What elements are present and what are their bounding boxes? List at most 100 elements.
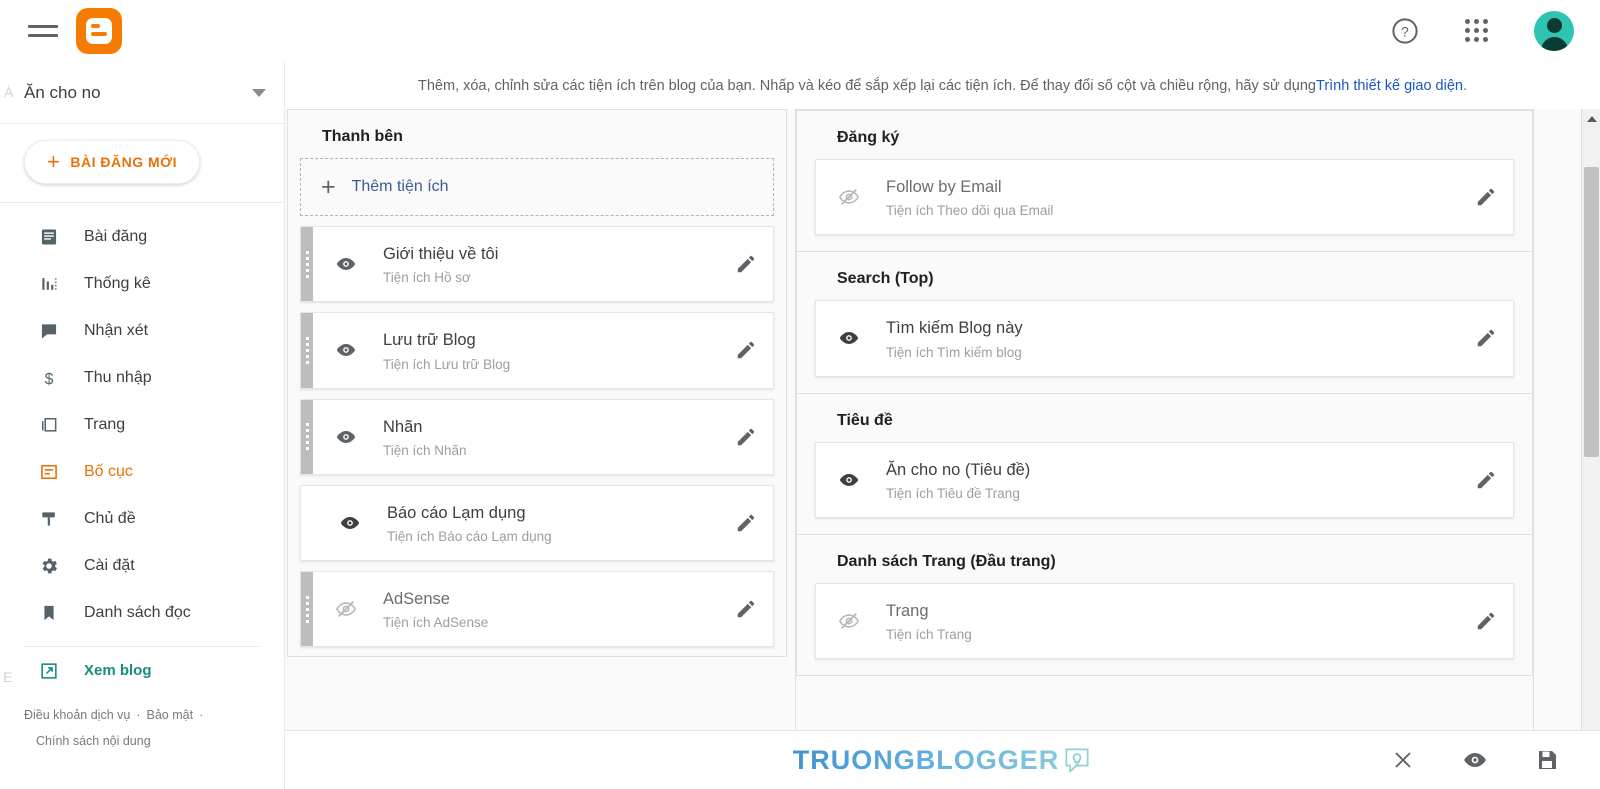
pencil-edit-icon[interactable] xyxy=(1473,610,1499,632)
pencil-edit-icon[interactable] xyxy=(733,253,759,275)
sidebar-item-settings[interactable]: Cài đặt xyxy=(0,542,284,589)
privacy-link[interactable]: Bảo mật xyxy=(147,708,194,722)
blog-selector[interactable]: Ăn cho no xyxy=(0,62,284,124)
save-floppy-disk-icon[interactable] xyxy=(1534,747,1560,773)
widget-name: Follow by Email xyxy=(886,178,1002,196)
vertical-scrollbar[interactable] xyxy=(1581,109,1600,789)
eye-visible-icon[interactable] xyxy=(838,327,864,349)
help-circle-icon[interactable]: ? xyxy=(1390,16,1420,46)
eye-visible-icon[interactable] xyxy=(335,253,361,275)
ghost-glyph-left-2: E xyxy=(3,669,13,685)
theme-designer-link[interactable]: Trình thiết kế giao diện xyxy=(1316,78,1463,94)
external-link-icon xyxy=(38,660,60,682)
hint-period: . xyxy=(1462,77,1467,94)
main-content: Thêm, xóa, chỉnh sửa các tiện ích trên b… xyxy=(285,62,1600,789)
bottom-actions xyxy=(1390,747,1560,773)
scroll-up-arrow-icon[interactable] xyxy=(1582,109,1600,128)
widget-row[interactable]: Báo cáo Lạm dụng Tiện ích Báo cáo Lạm dụ… xyxy=(300,484,774,562)
pencil-edit-icon[interactable] xyxy=(733,512,759,534)
theme-icon xyxy=(38,508,60,530)
terms-link[interactable]: Điều khoản dịch vụ xyxy=(24,708,130,722)
add-widget-button[interactable]: + Thêm tiện ích xyxy=(300,158,774,216)
drag-handle[interactable] xyxy=(301,399,313,474)
sidebar-item-label: Cài đặt xyxy=(84,556,135,574)
layout-section: Đăng ký Follow by Email Tiện ích Theo dõ… xyxy=(796,110,1533,253)
widget-row[interactable]: Nhãn Tiện ích Nhãn xyxy=(300,398,774,475)
eye-visible-icon[interactable] xyxy=(838,469,864,491)
layout-section: Tiêu đề Ăn cho no (Tiêu đề) Tiện ích Tiê… xyxy=(796,392,1533,535)
section-title: Tiêu đề xyxy=(837,411,893,429)
main-column-panel: Đăng ký Follow by Email Tiện ích Theo dõ… xyxy=(795,109,1534,742)
widget-subtitle: Tiện ích AdSense xyxy=(383,615,489,631)
blogger-logo-icon[interactable] xyxy=(76,8,122,54)
hamburger-menu-icon[interactable] xyxy=(28,16,58,46)
pencil-edit-icon[interactable] xyxy=(1473,186,1499,208)
new-post-area: + BÀI ĐĂNG MỚI xyxy=(0,124,284,203)
widget-row[interactable]: Lưu trữ Blog Tiện ích Lưu trữ Blog xyxy=(300,312,774,389)
close-x-icon[interactable] xyxy=(1390,747,1416,773)
layout-hint-bar: Thêm, xóa, chỉnh sửa các tiện ích trên b… xyxy=(285,62,1600,109)
widget-row[interactable]: AdSense Tiện ích AdSense xyxy=(300,571,774,648)
widget-name: Nhãn xyxy=(383,417,423,436)
sidebar-item-label: Danh sách đọc xyxy=(84,603,191,621)
pencil-edit-icon[interactable] xyxy=(733,339,759,361)
widget-row[interactable]: Trang Tiện ích Trang xyxy=(815,582,1514,660)
sidebar-item-stats[interactable]: Thống kê xyxy=(0,260,284,307)
pencil-edit-icon[interactable] xyxy=(1473,469,1499,491)
widget-row[interactable]: Giới thiệu về tôi Tiện ích Hồ sơ xyxy=(300,226,774,303)
section-title: Search (Top) xyxy=(837,270,934,288)
widget-subtitle: Tiện ích Hồ sơ xyxy=(383,270,471,286)
svg-text:$: $ xyxy=(45,370,54,387)
sidebar-item-theme[interactable]: Chủ đề xyxy=(0,495,284,542)
eye-hidden-icon[interactable] xyxy=(838,610,864,632)
widget-subtitle: Tiện ích Lưu trữ Blog xyxy=(383,356,511,372)
widget-subtitle: Tiện ích Tìm kiếm blog xyxy=(886,344,1022,360)
pencil-edit-icon[interactable] xyxy=(1473,327,1499,349)
layout-section: Danh sách Trang (Đầu trang) Trang Tiện í… xyxy=(796,533,1533,677)
eye-hidden-icon[interactable] xyxy=(838,186,864,208)
view-blog-link[interactable]: Xem blog xyxy=(0,647,284,694)
widget-name: Trang xyxy=(886,601,929,620)
eye-preview-icon[interactable] xyxy=(1462,747,1488,773)
pencil-edit-icon[interactable] xyxy=(733,426,759,448)
eye-hidden-icon[interactable] xyxy=(335,598,361,620)
layout-section: Search (Top) Tìm kiếm Blog này Tiện ích … xyxy=(796,251,1533,394)
sidebar-item-comments[interactable]: Nhận xét xyxy=(0,307,284,354)
top-bar-actions: ? xyxy=(1390,11,1574,51)
sidebar-item-layout[interactable]: Bố cục xyxy=(0,448,284,495)
widget-row[interactable]: Follow by Email Tiện ích Theo dõi qua Em… xyxy=(815,159,1514,236)
section-title: Danh sách Trang (Đầu trang) xyxy=(837,552,1056,570)
widget-name: Báo cáo Lạm dụng xyxy=(387,503,526,522)
eye-visible-icon[interactable] xyxy=(339,512,365,534)
layout-columns: Thanh bên + Thêm tiện ích Giới thiệu về … xyxy=(285,109,1562,742)
sidebar-item-reading-list[interactable]: Danh sách đọc xyxy=(0,589,284,636)
widget-row[interactable]: Ăn cho no (Tiêu đề) Tiện ích Tiêu đề Tra… xyxy=(815,441,1514,518)
legal-separator: · xyxy=(199,708,204,722)
google-apps-grid-icon[interactable] xyxy=(1464,18,1490,44)
drag-handle[interactable] xyxy=(301,227,313,302)
scrollbar-thumb[interactable] xyxy=(1584,167,1599,457)
widget-subtitle: Tiện ích Trang xyxy=(886,627,972,643)
plus-icon: + xyxy=(321,172,336,201)
sidebar-item-posts[interactable]: Bài đăng xyxy=(0,213,284,260)
sidebar-item-earnings[interactable]: $ Thu nhập xyxy=(0,354,284,401)
eye-visible-icon[interactable] xyxy=(335,426,361,448)
eye-visible-icon[interactable] xyxy=(335,339,361,361)
new-post-button[interactable]: + BÀI ĐĂNG MỚI xyxy=(24,140,200,184)
sidebar-item-label: Bài đăng xyxy=(84,227,148,245)
nav-list: Bài đăng Thống kê Nhận xét $ Thu nhập Tr… xyxy=(0,203,284,754)
widget-row[interactable]: Tìm kiếm Blog này Tiện ích Tìm kiếm blog xyxy=(815,300,1514,377)
layout-icon xyxy=(38,461,60,483)
drag-handle[interactable] xyxy=(301,313,313,388)
widget-subtitle: Tiện ích Nhãn xyxy=(383,442,467,458)
watermark-text: TRUONGBLOGGER xyxy=(792,744,1060,775)
widget-name: Lưu trữ Blog xyxy=(383,331,476,350)
truongblogger-watermark: TRUONGBLOGGER xyxy=(793,745,1093,776)
user-avatar-icon[interactable] xyxy=(1534,11,1574,51)
drag-handle[interactable] xyxy=(301,572,313,647)
pencil-edit-icon[interactable] xyxy=(733,598,759,620)
section-title: Đăng ký xyxy=(837,129,900,146)
sidebar-item-pages[interactable]: Trang xyxy=(0,401,284,448)
content-policy-link[interactable]: Chính sách nội dung xyxy=(36,734,151,748)
legal-separator: · xyxy=(136,708,141,722)
